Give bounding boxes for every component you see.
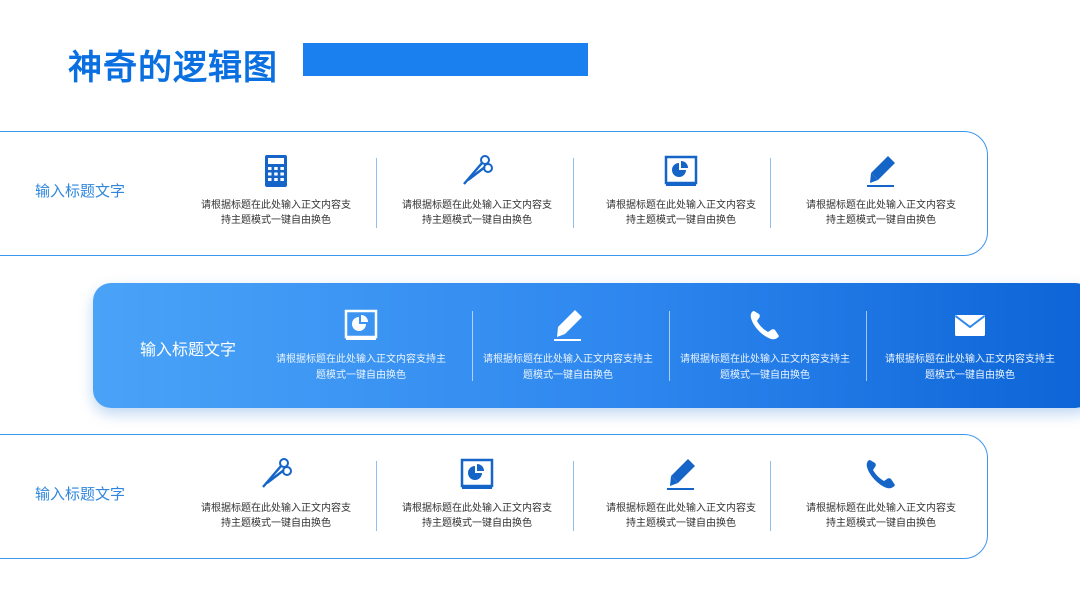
divider [770, 158, 771, 228]
pen-icon [554, 310, 582, 341]
item-text-line: 持主题模式一键自由换色 [826, 518, 936, 529]
divider [866, 311, 867, 381]
title-accent-bar [303, 43, 588, 76]
presentation-chart-icon [344, 309, 378, 340]
item-text-line: 请根据标题在此处输入正文内容支 [606, 200, 756, 211]
row-item: 请根据标题在此处输入正文内容支 持主题模式一键自由换色 [791, 457, 971, 531]
divider [573, 158, 574, 228]
item-text-line: 请根据标题在此处输入正文内容支 [201, 200, 351, 211]
divider [376, 158, 377, 228]
mail-icon [954, 315, 986, 336]
logic-row-1: 输入标题文字 请根据标题在此处输入正文内容支 持主题模式一键自由换色 请根据标题… [0, 131, 988, 256]
item-text-line: 请根据标题在此处输入正文内容支持主 [483, 354, 653, 365]
page-title: 神奇的逻辑图 [68, 48, 278, 88]
item-text-line: 持主题模式一键自由换色 [826, 215, 936, 226]
item-text-line: 题模式一键自由换色 [720, 370, 810, 381]
phone-icon [866, 460, 895, 489]
pen-icon [667, 459, 695, 490]
row-item: 请根据标题在此处输入正文内容支 持主题模式一键自由换色 [387, 154, 567, 228]
item-text-line: 请根据标题在此处输入正文内容支 [606, 503, 756, 514]
row-item: 请根据标题在此处输入正文内容支持主 题模式一键自由换色 [468, 308, 668, 384]
item-text-line: 请根据标题在此处输入正文内容支持主 [680, 354, 850, 365]
pen-icon [867, 156, 895, 187]
presentation-chart-icon [664, 155, 698, 186]
scissors-icon [463, 155, 493, 185]
item-text-line: 请根据标题在此处输入正文内容支 [402, 503, 552, 514]
item-text-line: 请根据标题在此处输入正文内容支持主 [276, 354, 446, 365]
item-text-line: 持主题模式一键自由换色 [626, 518, 736, 529]
item-text-line: 题模式一键自由换色 [925, 370, 1015, 381]
logic-row-2: 输入标题文字 请根据标题在此处输入正文内容支持主 题模式一键自由换色 请根据标题… [93, 283, 1080, 408]
row-item: 请根据标题在此处输入正文内容支 持主题模式一键自由换色 [186, 457, 366, 531]
row-item: 请根据标题在此处输入正文内容支 持主题模式一键自由换色 [591, 154, 771, 228]
row-title: 输入标题文字 [35, 485, 126, 503]
item-text-line: 持主题模式一键自由换色 [626, 215, 736, 226]
divider [376, 461, 377, 531]
item-text-line: 持主题模式一键自由换色 [422, 518, 532, 529]
row-item: 请根据标题在此处输入正文内容支持主 题模式一键自由换色 [870, 308, 1070, 384]
row-title: 输入标题文字 [140, 340, 237, 359]
item-text-line: 请根据标题在此处输入正文内容支持主 [885, 354, 1055, 365]
item-text-line: 请根据标题在此处输入正文内容支 [402, 200, 552, 211]
item-text-line: 题模式一键自由换色 [316, 370, 406, 381]
item-text-line: 持主题模式一键自由换色 [221, 215, 331, 226]
row-item: 请根据标题在此处输入正文内容支 持主题模式一键自由换色 [186, 154, 366, 228]
row-item: 请根据标题在此处输入正文内容支持主 题模式一键自由换色 [665, 308, 865, 384]
row-item: 请根据标题在此处输入正文内容支 持主题模式一键自由换色 [591, 457, 771, 531]
row-title: 输入标题文字 [35, 182, 126, 200]
item-text-line: 持主题模式一键自由换色 [221, 518, 331, 529]
item-text-line: 请根据标题在此处输入正文内容支 [806, 503, 956, 514]
presentation-chart-icon [460, 458, 494, 489]
row-item: 请根据标题在此处输入正文内容支 持主题模式一键自由换色 [387, 457, 567, 531]
item-text-line: 题模式一键自由换色 [523, 370, 613, 381]
divider [770, 461, 771, 531]
phone-icon [750, 311, 779, 340]
logic-row-3: 输入标题文字 请根据标题在此处输入正文内容支 持主题模式一键自由换色 请根据标题… [0, 434, 988, 559]
scissors-icon [262, 458, 292, 488]
item-text-line: 请根据标题在此处输入正文内容支 [201, 503, 351, 514]
row-item: 请根据标题在此处输入正文内容支持主 题模式一键自由换色 [261, 308, 461, 384]
divider [573, 461, 574, 531]
row-item: 请根据标题在此处输入正文内容支 持主题模式一键自由换色 [791, 154, 971, 228]
item-text-line: 请根据标题在此处输入正文内容支 [806, 200, 956, 211]
item-text-line: 持主题模式一键自由换色 [422, 215, 532, 226]
calculator-icon [265, 155, 287, 187]
